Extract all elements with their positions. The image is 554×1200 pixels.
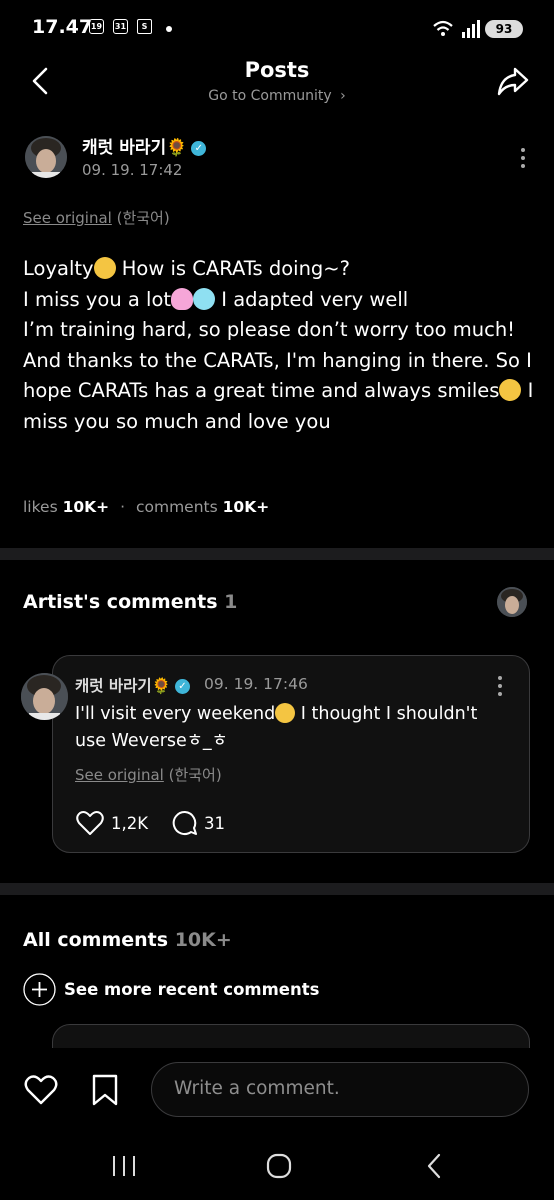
comment-author-name[interactable]: 캐럿 바라기🌻 ✓ [75, 674, 190, 696]
see-more-label: See more recent comments [64, 980, 320, 999]
plus-circle-icon [23, 973, 56, 1006]
author-name[interactable]: 캐럿 바라기🌻 ✓ [82, 133, 207, 158]
comment-like-button[interactable]: 1,2K [76, 810, 148, 836]
post-date: 09. 19. 17:42 [82, 161, 183, 179]
see-more-recent-comments-button[interactable]: See more recent comments [23, 973, 319, 1006]
artist-avatar-small[interactable] [497, 587, 527, 617]
comment-like-count: 1,2K [111, 813, 149, 833]
calendar-icon-2: 31 [113, 19, 128, 34]
likes-count: 10K+ [62, 498, 110, 516]
artist-comments-count: 1 [224, 591, 238, 613]
recent-apps-icon[interactable] [111, 1154, 137, 1178]
heart-icon [76, 811, 104, 835]
artist-comments-heading: Artist's comments 1 [23, 591, 237, 613]
status-time: 17.47 [32, 16, 93, 38]
post-stats: likes 10K+ · comments 10K+ [23, 498, 269, 516]
post-body: Loyalty How is CARATs doing~? I miss you… [23, 254, 538, 437]
comments-label: comments [135, 498, 218, 516]
calendar-icon: 19 [89, 19, 104, 34]
all-comments-count: 10K+ [174, 929, 232, 951]
post-text: I adapted very well [215, 287, 409, 311]
comment-original-language: (한국어) [168, 766, 222, 784]
author-name-text: 캐럿 바라기🌻 [82, 138, 188, 158]
post-text: How is CARATs doing~? [115, 257, 350, 280]
see-original-link[interactable]: See original [23, 209, 112, 227]
post-text: I miss you a lot [23, 287, 172, 311]
light-blue-heart-emoji-icon [193, 287, 216, 310]
author-avatar[interactable] [25, 136, 67, 178]
comment-more-options-icon[interactable] [498, 676, 502, 700]
section-divider [0, 548, 554, 560]
comments-count: 10K+ [222, 498, 270, 516]
comment-date: 09. 19. 17:46 [204, 675, 308, 693]
pink-heart-emoji-icon [171, 287, 194, 310]
speech-bubble-icon [172, 810, 197, 835]
all-comments-title: All comments [23, 929, 169, 951]
see-original-row: See original (한국어) [23, 207, 170, 228]
verified-badge-icon: ✓ [175, 679, 190, 694]
post-text: I’m training hard, so please don’t worry… [23, 318, 516, 341]
notification-dot-icon [166, 26, 172, 32]
system-back-icon[interactable] [424, 1153, 444, 1179]
more-options-icon[interactable] [521, 148, 525, 172]
comment-author-text: 캐럿 바라기🌻 [75, 677, 171, 695]
like-heart-icon[interactable] [24, 1075, 58, 1105]
separator-dot: · [120, 498, 126, 516]
post-text: And thanks to the CARATs, I'm hanging in… [23, 348, 532, 403]
home-icon[interactable] [266, 1153, 292, 1179]
section-divider [0, 883, 554, 895]
chevron-right-icon: › [340, 88, 346, 104]
bookmark-icon[interactable] [91, 1074, 119, 1106]
wifi-signal-icon [433, 20, 480, 38]
comment-reply-button[interactable]: 31 [172, 810, 225, 836]
verified-badge-icon: ✓ [191, 140, 207, 156]
battery-indicator: 93 [485, 20, 523, 38]
comment-text-part: I'll visit every weekend [75, 704, 276, 724]
saluting-face-emoji-icon [93, 257, 116, 279]
share-icon[interactable] [496, 64, 530, 98]
comment-text: I'll visit every weekend I thought I sho… [75, 701, 505, 755]
page-title: Posts [244, 58, 310, 82]
comment-see-original-row: See original (한국어) [75, 764, 222, 785]
comment-reply-count: 31 [204, 813, 225, 833]
saluting-face-emoji-icon [275, 703, 296, 723]
original-language: (한국어) [116, 209, 170, 227]
shopping-icon: S [137, 19, 152, 34]
comment-see-original-link[interactable]: See original [75, 766, 164, 784]
comment-author-avatar[interactable] [21, 673, 68, 720]
artist-comments-title: Artist's comments [23, 591, 218, 613]
go-to-community-link[interactable]: Go to Community › [0, 88, 554, 104]
comment-input[interactable]: Write a comment. [151, 1062, 529, 1117]
all-comments-heading: All comments 10K+ [23, 929, 232, 951]
post-text: Loyalty [23, 257, 94, 280]
likes-label: likes [23, 498, 58, 516]
go-to-community-label: Go to Community [208, 88, 332, 104]
smiling-face-emoji-icon [499, 379, 522, 401]
